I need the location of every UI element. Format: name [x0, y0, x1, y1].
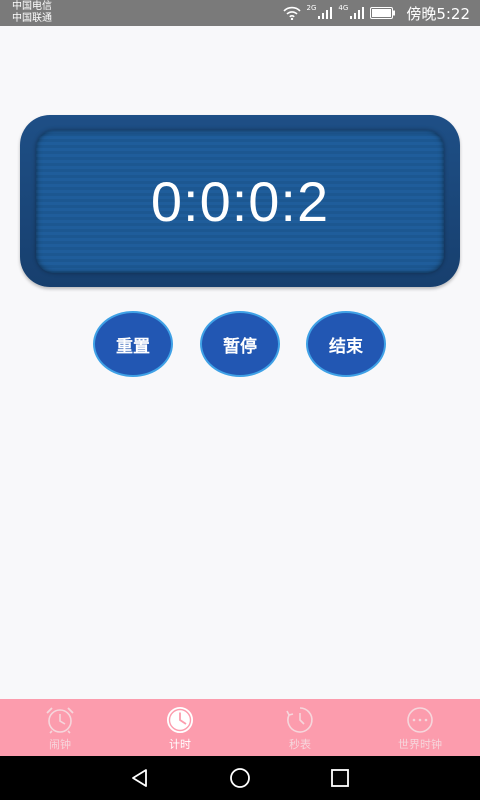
timer-display: 0:0:0:2 [150, 170, 330, 233]
carrier-1: 中国电信 [12, 1, 52, 12]
tab-stopwatch[interactable]: 秒表 [240, 699, 360, 756]
home-circle-icon [230, 768, 250, 788]
timer-panel: 0:0:0:2 [20, 115, 460, 287]
tab-alarm[interactable]: 闹钟 [0, 699, 120, 756]
carrier-2: 中国联通 [12, 13, 52, 24]
tab-label: 世界时钟 [398, 738, 442, 751]
back-triangle-icon [132, 769, 147, 787]
tab-label: 计时 [169, 738, 191, 751]
bottom-tab-bar: 闹钟 计时 秒表 世界时钟 [0, 699, 480, 756]
pause-button[interactable]: 暂停 [200, 311, 280, 377]
timer-screen: 0:0:0:2 [36, 130, 444, 273]
tab-label: 秒表 [289, 738, 311, 751]
network-type-1: 2G [306, 4, 317, 12]
alarm-clock-icon [44, 705, 76, 735]
navigation-bar [0, 756, 480, 800]
end-button[interactable]: 结束 [306, 311, 386, 377]
battery-icon [370, 7, 396, 19]
signal-icon [350, 7, 365, 19]
home-button[interactable] [220, 758, 260, 798]
reset-button[interactable]: 重置 [93, 311, 173, 377]
stopwatch-icon [284, 705, 316, 735]
recents-button[interactable] [320, 758, 360, 798]
signal-icon [318, 7, 333, 19]
carrier-info: 中国电信 中国联通 [12, 1, 52, 25]
network-type-2: 4G [338, 4, 349, 12]
wifi-icon [282, 6, 301, 20]
clock-time: 傍晚5:22 [406, 4, 470, 23]
tab-label: 闹钟 [49, 738, 71, 751]
status-icons: 2G 4G 傍晚5:22 [282, 0, 470, 26]
clock-icon [164, 705, 196, 735]
tab-world-clock[interactable]: 世界时钟 [360, 699, 480, 756]
status-bar: 中国电信 中国联通 2G 4G 傍晚5:22 [0, 0, 480, 26]
tab-timer[interactable]: 计时 [120, 699, 240, 756]
back-button[interactable] [120, 758, 160, 798]
world-clock-icon [404, 705, 436, 735]
recents-square-icon [331, 769, 349, 787]
